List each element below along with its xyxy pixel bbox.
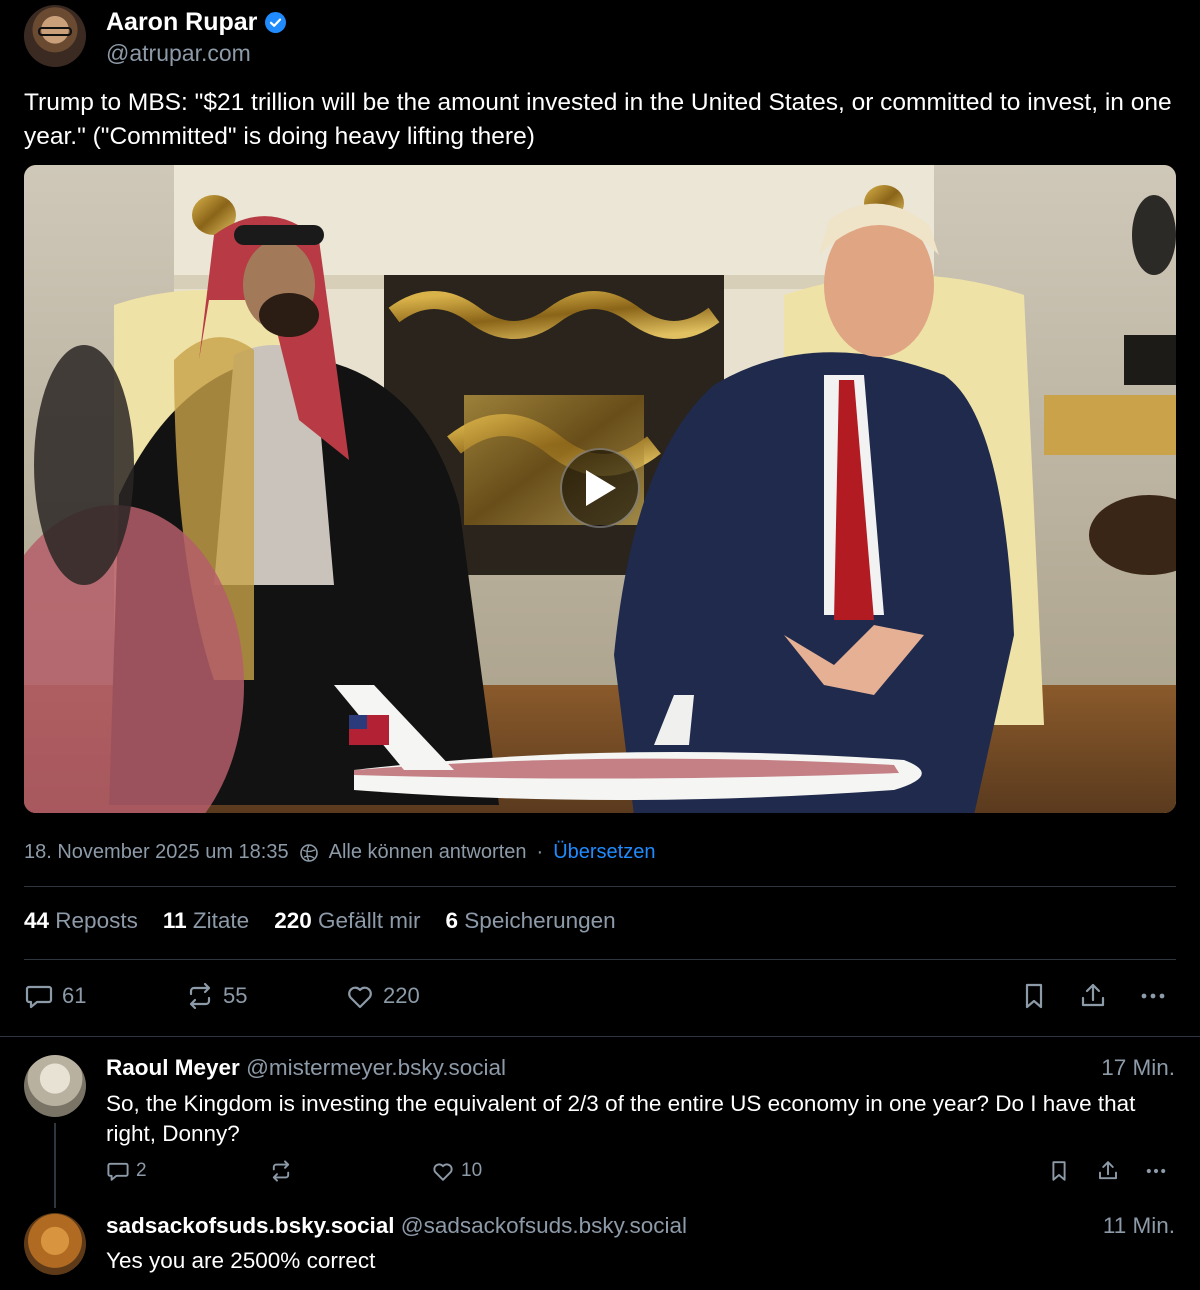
author-name[interactable]: Aaron Rupar (106, 8, 257, 37)
repost-count: 55 (223, 983, 248, 1008)
quotes-count: 11 (162, 908, 187, 933)
saves-label: Speicherungen (464, 908, 616, 933)
stat-saves: 6 Speicherungen (446, 908, 616, 934)
author-name-row[interactable]: Aaron Rupar (106, 8, 287, 37)
reply-avatar[interactable] (24, 1213, 86, 1275)
reply-author-name[interactable]: Raoul Meyer (106, 1055, 240, 1080)
reply-time[interactable]: 17 Min. (1101, 1055, 1175, 1081)
post-meta: 18. November 2025 um 18:35 Alle können a… (24, 841, 655, 864)
stat-likes[interactable]: 220 Gefällt mir (274, 908, 420, 934)
reply-time[interactable]: 11 Min. (1103, 1213, 1175, 1239)
author-handle[interactable]: @atrupar.com (106, 40, 251, 67)
reply-repost-button[interactable] (269, 1159, 293, 1183)
stat-quotes[interactable]: 11 Zitate (163, 908, 249, 934)
play-button[interactable] (560, 448, 640, 528)
reply-share-button[interactable] (1096, 1159, 1120, 1183)
post-stats: 44 Reposts 11 Zitate 220 Gefällt mir 6 S… (24, 908, 616, 934)
reply-count: 61 (62, 983, 87, 1008)
reply-author-name[interactable]: sadsackofsuds.bsky.social (106, 1213, 394, 1238)
reply-avatar[interactable] (24, 1055, 86, 1117)
reply-text: Yes you are 2500% correct (106, 1248, 376, 1273)
bookmark-icon (1025, 983, 1043, 1009)
share-icon (1099, 1161, 1117, 1180)
share-button[interactable] (1078, 981, 1108, 1011)
author-avatar[interactable] (24, 5, 86, 67)
reply-like-button[interactable]: 10 (431, 1159, 482, 1183)
like-icon (348, 986, 372, 1009)
verified-badge-icon (265, 12, 287, 33)
reply-more-button[interactable] (1143, 1159, 1169, 1183)
reply-author-handle[interactable]: @mistermeyer.bsky.social (246, 1055, 506, 1080)
reply-author-handle[interactable]: @sadsackofsuds.bsky.social (401, 1213, 687, 1238)
repost-button[interactable]: 55 (185, 981, 247, 1011)
thread-line (54, 1123, 56, 1208)
post-actions: 61 55 220 (24, 981, 1176, 1015)
divider (24, 886, 1176, 887)
post-text: Trump to MBS: "$21 trillion will be the … (24, 89, 1172, 150)
reply-text: So, the Kingdom is investing the equival… (106, 1091, 1136, 1146)
bookmark-icon (1052, 1161, 1066, 1181)
repost-icon (272, 1160, 290, 1182)
repost-icon (189, 982, 211, 1010)
share-icon (1081, 983, 1105, 1007)
reply-icon (107, 1162, 129, 1181)
stat-reposts[interactable]: 44 Reposts (24, 908, 138, 934)
like-button[interactable]: 220 (345, 981, 420, 1011)
reply-bookmark-button[interactable] (1047, 1159, 1071, 1183)
reply-setting[interactable]: Alle können antworten (329, 841, 527, 864)
play-icon (586, 470, 616, 506)
likes-count: 220 (274, 908, 312, 933)
globe-icon (299, 843, 318, 862)
reply-header[interactable]: Raoul Meyer @mistermeyer.bsky.social (106, 1055, 506, 1081)
divider (0, 1036, 1200, 1037)
post-video[interactable] (24, 165, 1176, 813)
more-icon (1141, 993, 1165, 999)
reply-header[interactable]: sadsackofsuds.bsky.social @sadsackofsuds… (106, 1213, 687, 1239)
post-date[interactable]: 18. November 2025 um 18:35 (24, 841, 289, 864)
like-icon (433, 1163, 453, 1181)
saves-count: 6 (445, 908, 459, 933)
reposts-label: Reposts (55, 908, 138, 933)
reply-icon (25, 985, 53, 1009)
divider (24, 959, 1176, 960)
reply-like-count: 10 (461, 1160, 483, 1181)
reply-reply-button[interactable]: 2 (106, 1159, 147, 1183)
like-count: 220 (383, 983, 420, 1008)
bookmark-button[interactable] (1020, 981, 1048, 1011)
reply-reply-count: 2 (136, 1160, 147, 1181)
translate-link[interactable]: Übersetzen (553, 841, 655, 864)
quotes-label: Zitate (192, 908, 250, 933)
more-button[interactable] (1138, 981, 1168, 1011)
more-icon (1146, 1168, 1166, 1174)
likes-label: Gefällt mir (318, 908, 421, 933)
reply-button[interactable]: 61 (24, 981, 86, 1011)
meta-separator: · (536, 841, 544, 863)
reposts-count: 44 (24, 908, 50, 933)
